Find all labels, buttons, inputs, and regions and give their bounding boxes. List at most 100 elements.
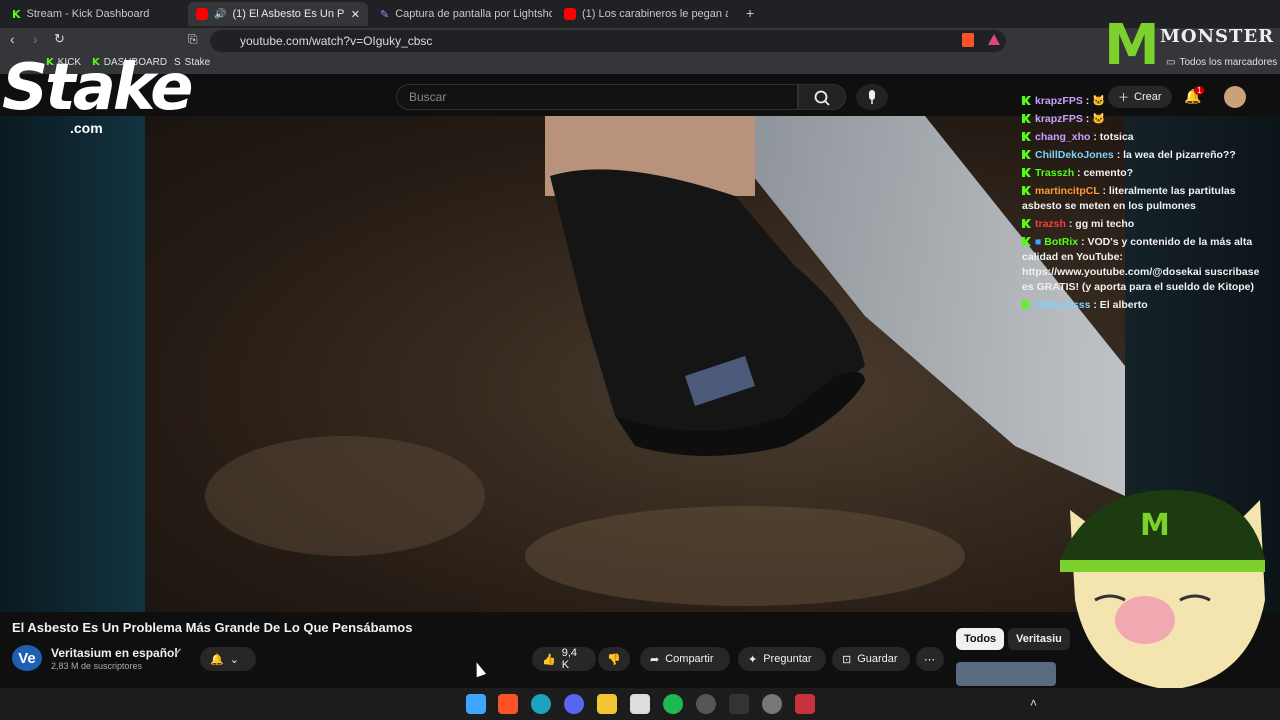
bookmark-label: Todos los marcadores xyxy=(1179,57,1278,68)
kick-badge-icon xyxy=(1022,300,1031,309)
chat-user: krapzFPS xyxy=(1035,113,1083,125)
ask-button[interactable]: ✦ Preguntar xyxy=(738,647,826,671)
kick-badge-icon xyxy=(1022,219,1031,228)
spotify-app-icon[interactable] xyxy=(663,694,683,714)
chat-user: ChillDekoJones xyxy=(1035,149,1114,161)
verified-check-icon: ✔ xyxy=(174,647,183,658)
bookmark-icon[interactable]: ⎘ xyxy=(188,32,198,47)
like-button[interactable]: 👍 9,4 K xyxy=(532,647,596,671)
chat-text: El alberto xyxy=(1099,299,1148,311)
channel-avatar[interactable]: Ve xyxy=(12,645,42,671)
subscription-bell-button[interactable]: 🔔 ⌄ xyxy=(200,647,256,671)
chrome-app-icon[interactable] xyxy=(696,694,716,714)
youtube-icon xyxy=(564,8,576,20)
save-button[interactable]: ⊡ Guardar xyxy=(832,647,910,671)
video-frame-gloved-hand xyxy=(205,116,1125,606)
address-text: youtube.com/watch?v=OIguky_cbsc xyxy=(240,34,433,48)
tab-kick-dashboard[interactable]: K Stream - Kick Dashboard xyxy=(4,2,184,26)
thumbs-up-icon: 👍 xyxy=(542,653,556,666)
kick-badge-icon xyxy=(1022,132,1031,141)
chat-text: totsica xyxy=(1099,131,1134,143)
brave-rewards-icon[interactable] xyxy=(988,34,1000,45)
chat-user: DMarc0sss xyxy=(1035,299,1091,311)
search-input[interactable]: Buscar xyxy=(396,84,798,110)
emote-icon: 🐱 xyxy=(1092,95,1106,107)
lightshot-icon: ✎ xyxy=(380,8,390,21)
youtube-icon xyxy=(196,8,208,20)
chat-user: chang_xho xyxy=(1035,131,1091,143)
brave-app-icon[interactable] xyxy=(498,694,518,714)
reload-icon[interactable]: ↻ xyxy=(54,31,65,47)
chat-text: cemento? xyxy=(1083,167,1134,179)
kick-badge-icon xyxy=(1022,186,1031,195)
new-tab-button[interactable]: + xyxy=(746,5,754,21)
share-button[interactable]: ➦ Compartir xyxy=(640,647,730,671)
kick-badge-icon xyxy=(1022,150,1031,159)
tab-lightshot[interactable]: ✎ Captura de pantalla por Lightshot xyxy=(372,2,552,26)
dislike-button[interactable]: 👎 xyxy=(598,647,630,671)
tab-label: Captura de pantalla por Lightshot xyxy=(395,8,552,20)
chat-user: martincitpCL xyxy=(1035,185,1100,197)
address-bar[interactable]: youtube.com/watch?v=OIguky_cbsc xyxy=(210,30,1006,52)
chat-message: ■ BotRix : VOD's y contenido de la más a… xyxy=(1022,236,1260,293)
discord-app-icon[interactable] xyxy=(564,694,584,714)
chat-message: krapzFPS : 🐱 xyxy=(1022,94,1262,109)
sparkle-icon: ✦ xyxy=(748,653,758,666)
tab-youtube-carabineros[interactable]: (1) Los carabineros le pegan al sayian xyxy=(556,2,736,26)
related-video-thumbnail[interactable] xyxy=(956,662,1056,686)
mouse-cursor-icon xyxy=(471,660,487,678)
ask-label: Preguntar xyxy=(763,653,812,665)
chat-message: ChillDekoJones : la wea del pizarreño?? xyxy=(1022,148,1262,163)
video-player[interactable] xyxy=(145,116,1125,612)
stream-chat: krapzFPS : 🐱 krapzFPS : 🐱 chang_xho : to… xyxy=(1022,94,1262,316)
valorant-app-icon[interactable] xyxy=(795,694,815,714)
file-explorer-icon[interactable] xyxy=(597,694,617,714)
tray-chevron-up-icon[interactable]: ˄ xyxy=(1030,696,1037,710)
share-label: Compartir xyxy=(665,653,714,665)
close-tab-icon[interactable]: ✕ xyxy=(351,8,360,21)
monster-logo: MONSTER xyxy=(1160,26,1275,47)
chat-message: DMarc0sss : El alberto xyxy=(1022,298,1262,313)
filter-chip-all[interactable]: Todos xyxy=(956,628,1005,650)
tab-label: (1) Los carabineros le pegan al sayian xyxy=(582,8,728,20)
settings-app-icon[interactable] xyxy=(762,694,782,714)
app-icon[interactable] xyxy=(729,694,749,714)
brave-shield-icon[interactable] xyxy=(962,33,974,47)
obs-app-icon[interactable] xyxy=(630,694,650,714)
speaker-icon: 🔊 xyxy=(214,8,227,20)
save-icon: ⊡ xyxy=(842,653,852,666)
player-side-left xyxy=(0,116,145,612)
chat-user: krapzFPS xyxy=(1035,95,1083,107)
voice-search-button[interactable] xyxy=(856,84,888,110)
tab-label: Stream - Kick Dashboard xyxy=(26,8,150,20)
chat-message: trazsh : gg mi techo xyxy=(1022,217,1262,232)
kick-badge-icon xyxy=(1022,114,1031,123)
svg-text:M: M xyxy=(1140,508,1170,543)
kick-badge-icon xyxy=(1022,237,1031,246)
chat-message: martincitpCL : literalmente las partitul… xyxy=(1022,185,1236,212)
more-actions-button[interactable]: ⋯ xyxy=(916,647,944,671)
chevron-down-icon: ⌄ xyxy=(229,653,239,666)
chat-message: krapzFPS : 🐱 xyxy=(1022,112,1262,127)
mic-icon xyxy=(869,90,875,104)
forward-icon[interactable]: › xyxy=(33,31,38,47)
tab-youtube-asbesto[interactable]: 🔊 (1) El Asbesto Es Un Problema ✕ xyxy=(188,2,368,26)
stake-logo: Stake xyxy=(2,51,194,125)
bookmark-all[interactable]: ▭ Todos los marcadores xyxy=(1166,57,1277,68)
folder-icon: ▭ xyxy=(1166,57,1176,68)
emote-icon: 🐱 xyxy=(1092,113,1106,125)
like-count: 9,4 K xyxy=(561,647,577,671)
kick-icon: K xyxy=(12,7,21,21)
stake-logo-domain: .com xyxy=(70,120,103,136)
back-icon[interactable]: ‹ xyxy=(10,31,15,47)
thumbs-down-icon: 👎 xyxy=(607,653,621,666)
search-icon xyxy=(814,90,830,106)
channel-name[interactable]: Veritasium en español xyxy=(51,646,178,660)
search-button[interactable] xyxy=(798,84,846,110)
chat-user: trazsh xyxy=(1035,218,1066,230)
start-icon[interactable] xyxy=(466,694,486,714)
kick-badge-icon xyxy=(1022,168,1031,177)
edge-app-icon[interactable] xyxy=(531,694,551,714)
chat-message: chang_xho : totsica xyxy=(1022,130,1262,145)
save-label: Guardar xyxy=(857,653,898,665)
